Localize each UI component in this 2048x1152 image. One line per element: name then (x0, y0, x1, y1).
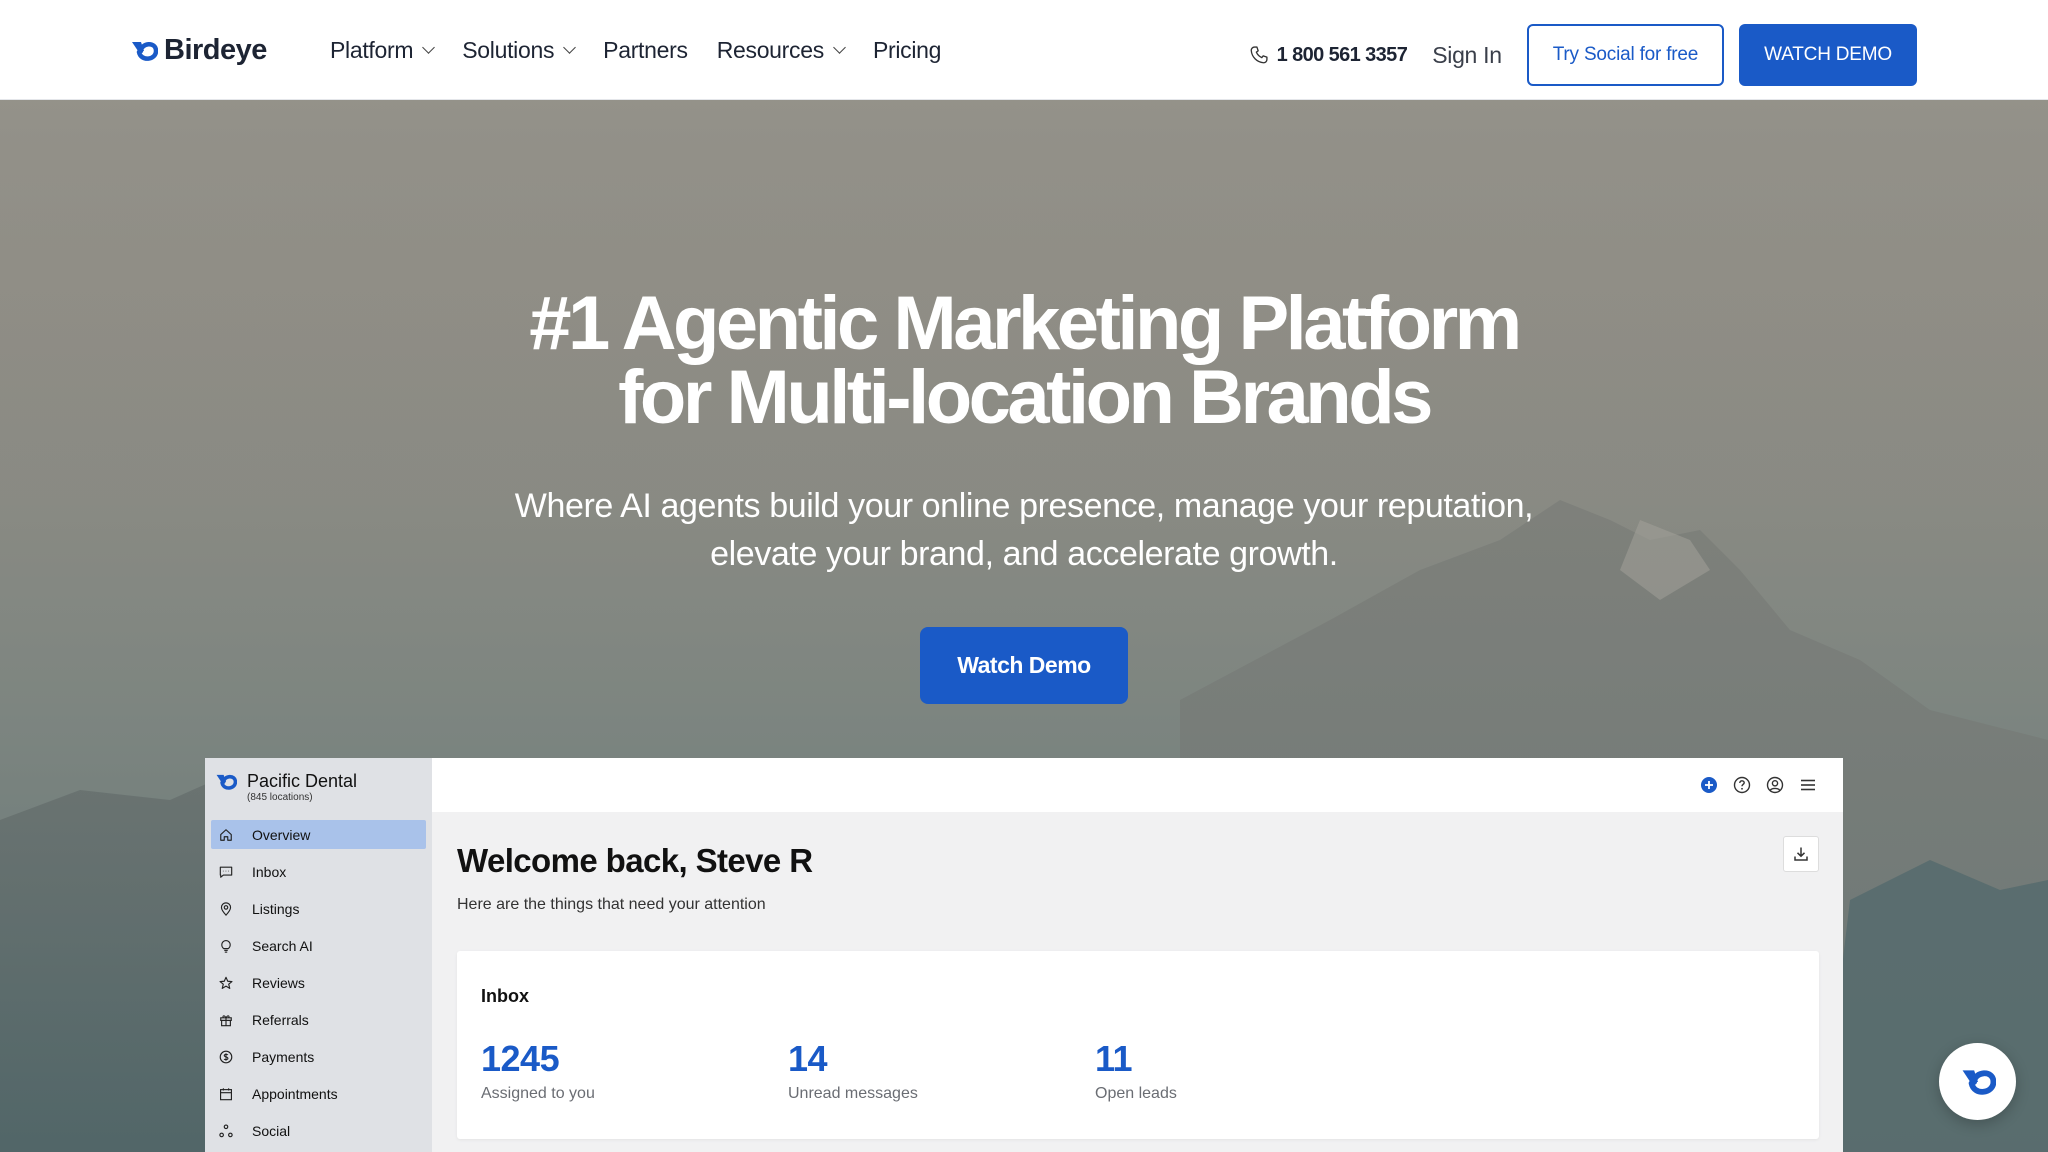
dashboard-topbar (432, 758, 1843, 812)
hero-title-line-1: #1 Agentic Marketing Platform (529, 281, 1522, 366)
chevron-down-icon (422, 41, 436, 54)
menu-item-label: Listings (252, 900, 300, 917)
menu-item-label: Search AI (252, 937, 313, 954)
birdeye-chat-icon (1962, 1069, 1996, 1095)
menu-item-label: Appointments (252, 1085, 338, 1102)
phone-icon (1250, 46, 1268, 64)
account-icon[interactable] (1765, 775, 1784, 794)
watch-demo-nav-button[interactable]: WATCH DEMO (1739, 24, 1917, 86)
dashboard-menu: Overview Inbox Listings Search AI Review… (211, 820, 426, 1152)
stat-value: 1245 (481, 1038, 560, 1079)
menu-item-appointments[interactable]: Appointments (211, 1079, 426, 1108)
nav-item-label: Partners (603, 36, 688, 63)
nav-item-solutions[interactable]: Solutions (462, 36, 577, 64)
star-icon (218, 975, 234, 991)
menu-item-label: Overview (252, 826, 311, 843)
nav-item-pricing[interactable]: Pricing (872, 36, 942, 64)
business-info: Pacific Dental (845 locations) (247, 771, 357, 804)
nav-item-platform[interactable]: Platform (330, 36, 436, 64)
nav-item-label: Platform (330, 36, 414, 63)
menu-item-search-ai[interactable]: Search AI (211, 931, 426, 960)
watch-demo-hero-button[interactable]: Watch Demo (920, 627, 1128, 704)
welcome-subtitle: Here are the things that need your atten… (457, 896, 766, 913)
welcome-heading: Welcome back, Steve R (457, 842, 813, 879)
nav-actions: 1 800 561 3357 Sign In Try Social for fr… (1249, 24, 1917, 86)
dashboard-preview: Pacific Dental (845 locations) Overview … (205, 758, 1843, 1152)
menu-item-payments[interactable]: Payments (211, 1042, 426, 1071)
home-icon (218, 827, 234, 843)
stat-label: Unread messages (788, 1085, 918, 1102)
try-social-button[interactable]: Try Social for free (1526, 24, 1725, 86)
sign-in-link[interactable]: Sign In (1432, 42, 1502, 69)
business-name: Pacific Dental (247, 771, 358, 791)
dashboard-main: Welcome back, Steve R Here are the thing… (432, 758, 1843, 1152)
business-switcher[interactable]: Pacific Dental (845 locations) (215, 771, 357, 804)
nav-item-label: Solutions (462, 36, 555, 63)
phone-link[interactable]: 1 800 561 3357 (1249, 44, 1408, 67)
gift-icon (218, 1012, 234, 1028)
menu-item-label: Inbox (252, 863, 287, 880)
location-pin-icon (218, 901, 234, 917)
message-icon (218, 864, 234, 880)
menu-item-label: Reviews (252, 974, 305, 991)
main-menu: Platform Solutions Partners Resources Pr… (330, 0, 970, 100)
hero-section: #1 Agentic Marketing Platform for Multi-… (0, 100, 2048, 1152)
menu-item-overview[interactable]: Overview (211, 820, 426, 849)
nav-item-label: Pricing (872, 36, 942, 63)
stat-value: 11 (1095, 1038, 1133, 1079)
hero-subtitle-line-1: Where AI agents build your online presen… (514, 487, 1534, 525)
dollar-icon (218, 1049, 234, 1065)
menu-item-social[interactable]: Social (211, 1116, 426, 1145)
menu-icon[interactable] (1798, 775, 1817, 794)
phone-number: 1 800 561 3357 (1276, 43, 1408, 66)
share-icon (218, 1123, 234, 1139)
menu-item-referrals[interactable]: Referrals (211, 1005, 426, 1034)
stat-unread[interactable]: 14 Unread messages (788, 1039, 918, 1103)
download-button[interactable] (1783, 836, 1819, 872)
topbar-icons (1699, 775, 1817, 794)
add-icon[interactable] (1699, 775, 1718, 794)
logo-wordmark: Birdeye (164, 34, 267, 66)
menu-item-listings[interactable]: Listings (211, 894, 426, 923)
menu-item-inbox[interactable]: Inbox (211, 857, 426, 886)
menu-item-label: Referrals (252, 1011, 309, 1028)
menu-item-reviews[interactable]: Reviews (211, 968, 426, 997)
nav-item-label: Resources (716, 36, 825, 63)
inbox-summary-card[interactable]: Inbox 1245 Assigned to you 14 Unread mes… (457, 951, 1819, 1139)
hero-title-line-2: for Multi-location Brands (618, 355, 1433, 440)
menu-item-label: Social (252, 1122, 291, 1139)
lightbulb-icon (218, 938, 234, 954)
help-icon[interactable] (1732, 775, 1751, 794)
calendar-icon (218, 1086, 234, 1102)
birdeye-logo-icon (216, 774, 237, 790)
stat-assigned[interactable]: 1245 Assigned to you (481, 1039, 595, 1103)
inbox-card-title: Inbox (481, 986, 529, 1006)
dashboard-sidebar: Pacific Dental (845 locations) Overview … (205, 758, 432, 1152)
chat-widget-button[interactable] (1939, 1043, 2016, 1120)
chevron-down-icon (833, 41, 846, 54)
nav-item-resources[interactable]: Resources (716, 36, 846, 64)
download-icon (1794, 847, 1808, 861)
menu-item-label: Payments (252, 1048, 315, 1065)
stat-label: Assigned to you (481, 1085, 595, 1102)
top-navigation: Birdeye Platform Solutions Partners Reso… (0, 0, 2048, 100)
stat-value: 14 (788, 1038, 828, 1079)
stat-open-leads[interactable]: 11 Open leads (1095, 1039, 1177, 1103)
stat-label: Open leads (1095, 1085, 1177, 1102)
business-locations: (845 locations) (247, 792, 313, 803)
chevron-down-icon (563, 41, 577, 54)
birdeye-logo[interactable]: Birdeye (130, 34, 267, 67)
birdeye-logo-icon (132, 41, 158, 61)
nav-item-partners[interactable]: Partners (603, 37, 688, 64)
hero-subtitle-line-2: elevate your brand, and accelerate growt… (710, 535, 1338, 573)
